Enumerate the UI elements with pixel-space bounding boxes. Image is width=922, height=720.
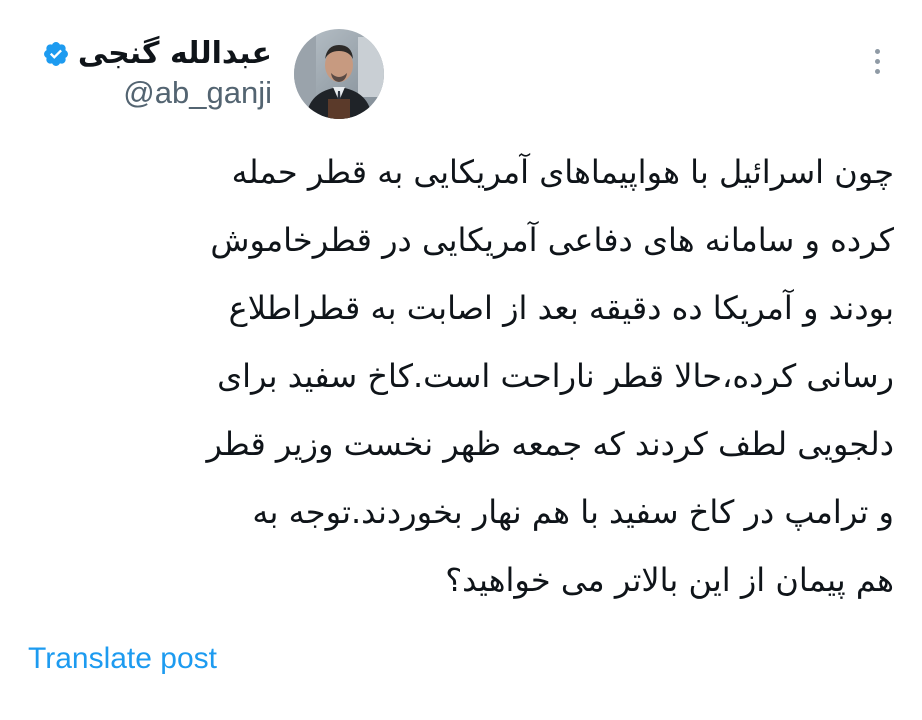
- post-text-line: رسانی کرده،حالا قطر ناراحت است.کاخ سفید …: [217, 357, 894, 395]
- post-text-line: دلجویی لطف کردند که جمعه ظهر نخست وزیر ق…: [206, 425, 894, 463]
- post-text-line: کرده و سامانه های دفاعی آمریکایی در قطرخ…: [210, 221, 894, 259]
- verified-badge-icon: [43, 41, 68, 66]
- post-header: عبدالله گنجی @ab_ganji: [42, 24, 384, 124]
- post-text-line: و ترامپ در کاخ سفید با هم نهار بخوردند.ت…: [252, 493, 894, 531]
- more-dot-icon: [874, 58, 880, 64]
- post-text-line: بودند و آمریکا ده دقیقه بعد از اصابت به …: [228, 289, 894, 327]
- translate-post-link[interactable]: Translate post: [28, 641, 217, 677]
- author-info[interactable]: عبدالله گنجی @ab_ganji: [42, 37, 272, 110]
- more-dot-icon: [874, 68, 880, 74]
- display-name[interactable]: عبدالله گنجی: [78, 37, 272, 70]
- avatar[interactable]: [294, 29, 384, 119]
- post-card: عبدالله گنجی @ab_ganji چون اسرائیل با هو…: [0, 0, 922, 720]
- post-text-line: هم پیمان از این بالاتر می خواهید؟: [445, 561, 894, 599]
- avatar-photo: [294, 29, 384, 119]
- post-text: چون اسرائیل با هواپیماهای آمریکایی به قط…: [34, 138, 894, 614]
- post-text-line: چون اسرائیل با هواپیماهای آمریکایی به قط…: [231, 153, 894, 191]
- user-handle[interactable]: @ab_ganji: [123, 76, 272, 110]
- more-dot-icon: [874, 48, 880, 54]
- name-row: عبدالله گنجی: [42, 37, 272, 70]
- more-options-button[interactable]: [862, 44, 892, 78]
